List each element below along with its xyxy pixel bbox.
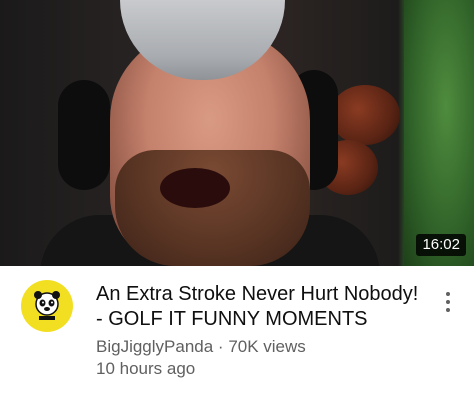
- video-duration-badge: 16:02: [416, 234, 466, 256]
- panda-logo-icon: [34, 291, 60, 320]
- meta-separator: ·: [213, 337, 229, 356]
- more-vert-icon: [446, 292, 450, 296]
- thumbnail-background-green: [404, 0, 474, 266]
- thumbnail-headphone-left: [58, 80, 110, 190]
- view-count: 70K views: [228, 337, 306, 356]
- more-vert-icon: [446, 300, 450, 304]
- video-meta-line: BigJigglyPanda · 70K views: [96, 336, 306, 358]
- upload-age: 10 hours ago: [96, 359, 196, 378]
- video-thumbnail[interactable]: 16:02: [0, 0, 474, 266]
- video-title[interactable]: An Extra Stroke Never Hurt Nobody! - GOL…: [96, 282, 426, 332]
- channel-avatar[interactable]: [21, 280, 73, 332]
- thumbnail-mouth: [160, 168, 230, 208]
- channel-name[interactable]: BigJigglyPanda: [96, 337, 213, 356]
- more-options-button[interactable]: [438, 288, 458, 316]
- thumbnail-beard: [115, 150, 310, 266]
- more-vert-icon: [446, 308, 450, 312]
- thumbnail-helmet-1: [330, 85, 400, 145]
